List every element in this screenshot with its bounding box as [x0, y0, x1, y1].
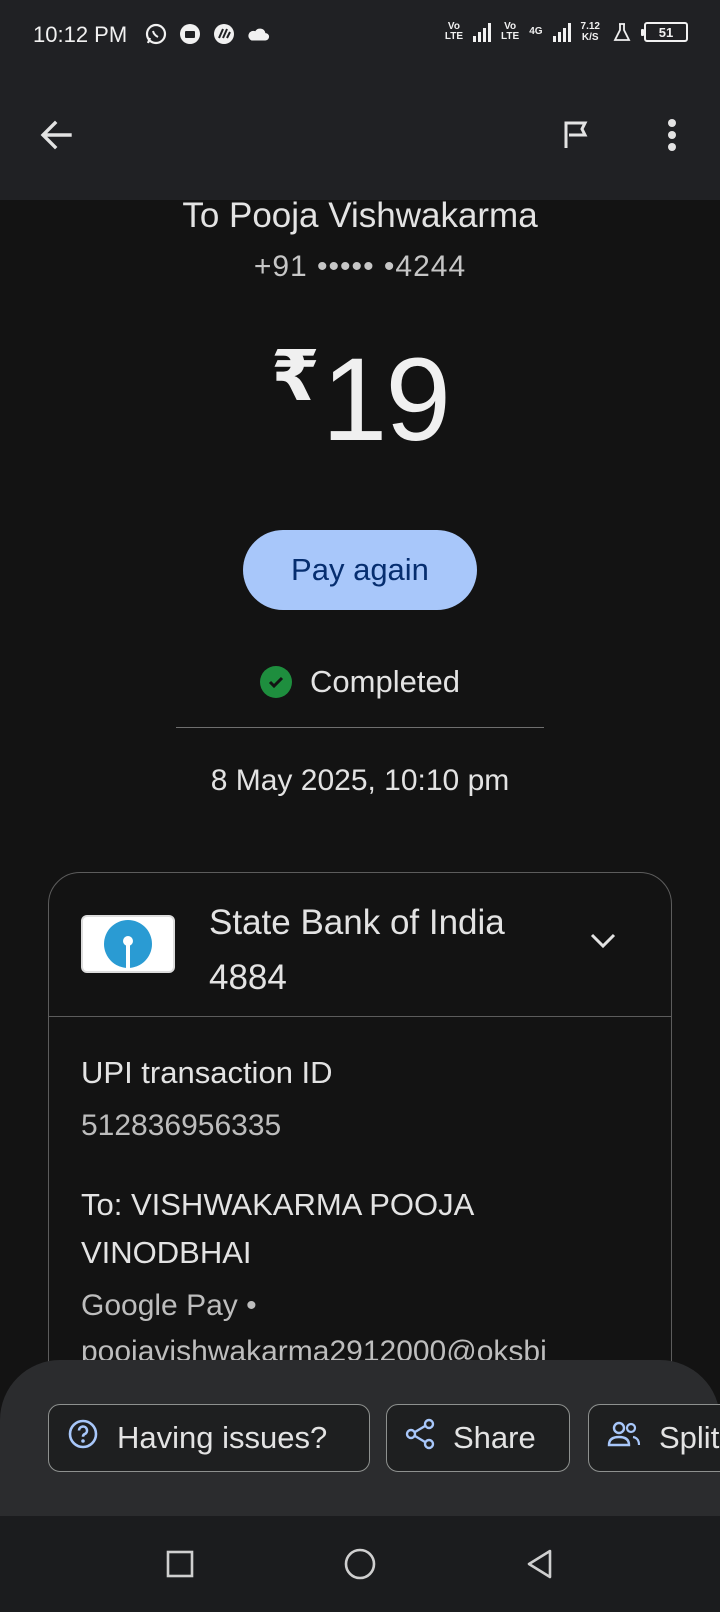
notification-icons: [144, 22, 270, 46]
account-suffix: 4884: [209, 958, 287, 997]
share-icon: [405, 1418, 435, 1458]
upi-transaction-id: 512836956335: [81, 1109, 282, 1142]
system-nav-bar: [0, 1516, 720, 1612]
having-issues-button[interactable]: Having issues?: [48, 1404, 370, 1472]
back-triangle-icon[interactable]: [510, 1534, 570, 1594]
payee-name: To Pooja Vishwakarma: [182, 196, 538, 235]
having-issues-label: Having issues?: [117, 1420, 328, 1455]
check-circle-icon: [260, 666, 293, 698]
payment-amount: ₹19: [0, 332, 720, 468]
lab-flask-icon: [610, 20, 634, 44]
battery-icon: 51: [641, 22, 688, 42]
transaction-datetime: 8 May 2025, 10:10 pm: [210, 764, 510, 797]
recipient-name-line1: To: VISHWAKARMA POOJA: [81, 1187, 475, 1222]
currency-symbol: ₹: [271, 337, 320, 415]
bank-name-text: State Bank of India: [209, 903, 505, 942]
status-text: Completed: [310, 664, 460, 699]
people-icon: [607, 1420, 641, 1456]
signal-icon-1: [473, 22, 492, 42]
divider: [176, 727, 544, 728]
more-vert-icon[interactable]: [644, 107, 700, 163]
help-icon: [67, 1418, 99, 1458]
payee-phone: +91 ••••• •4244: [253, 250, 467, 283]
status-time: 10:12 PM: [33, 22, 128, 47]
share-button[interactable]: Share: [386, 1404, 570, 1472]
upi-transaction-label: UPI transaction ID: [81, 1055, 333, 1090]
flag-icon[interactable]: [548, 107, 604, 163]
network-speed: 7.12 K/S: [580, 21, 600, 43]
volte-label-2: Vo LTE: [501, 21, 520, 42]
pay-again-button[interactable]: Pay again: [243, 530, 477, 610]
split-button[interactable]: Split: [588, 1404, 720, 1472]
status-bar: 10:12 PM Vo LTE Vo LTE 4G 7.12 K/S 51: [0, 0, 720, 72]
recents-square-icon[interactable]: [150, 1534, 210, 1594]
app-bar: [0, 72, 720, 200]
signal-icon-2: [552, 22, 571, 42]
split-label: Split: [659, 1420, 720, 1455]
chevron-down-icon[interactable]: [575, 913, 631, 969]
bank-name: State Bank of India 4884: [209, 895, 569, 1005]
volte-label-1: Vo LTE: [444, 21, 464, 42]
whatsapp-icon: [144, 22, 168, 46]
recipient-name-line2: VINODBHAI: [81, 1235, 252, 1270]
share-label: Share: [453, 1420, 536, 1455]
bank-account-row[interactable]: State Bank of India 4884: [49, 873, 671, 1017]
payment-status: Completed: [0, 664, 720, 700]
back-arrow-icon[interactable]: [28, 107, 84, 163]
recipient-via: Google Pay •: [81, 1289, 257, 1322]
paytm-icon: [212, 22, 236, 46]
network-type: 4G: [529, 26, 543, 37]
home-circle-icon[interactable]: [330, 1534, 390, 1594]
amount-value: 19: [321, 334, 451, 466]
sbi-logo-icon: [81, 915, 175, 973]
transaction-details-card: State Bank of India 4884 UPI transaction…: [48, 872, 672, 1432]
app-icon: [178, 22, 202, 46]
cloud-icon: [246, 22, 270, 46]
system-indicators: Vo LTE Vo LTE 4G 7.12 K/S 51: [445, 20, 688, 44]
